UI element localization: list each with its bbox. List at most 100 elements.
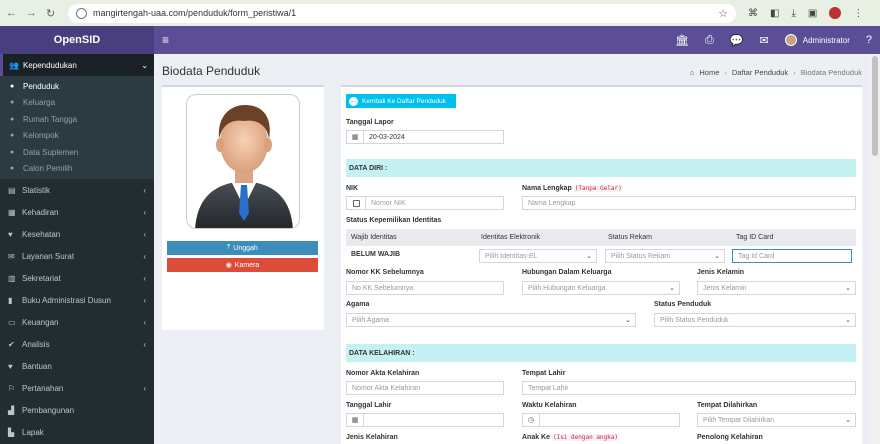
bank-icon[interactable]: 🏛 bbox=[675, 34, 689, 47]
address-bar[interactable]: mangirtengah-uaa.com/penduduk/form_peris… bbox=[68, 3, 736, 23]
browser-nav: ← → ↻ bbox=[6, 7, 68, 20]
browser-menu-icon[interactable]: ⋮ bbox=[853, 8, 863, 19]
waktu-kelahiran-input[interactable] bbox=[539, 413, 680, 427]
tag-id-card-input[interactable]: Tag Id Card bbox=[732, 249, 852, 263]
mail-icon[interactable]: ✉ bbox=[760, 34, 769, 47]
breadcrumb-separator: › bbox=[724, 68, 727, 77]
nik-checkbox-addon[interactable] bbox=[346, 196, 366, 210]
breadcrumb-separator: › bbox=[793, 68, 796, 77]
breadcrumb-home[interactable]: Home bbox=[699, 68, 719, 77]
nomor-kk-input[interactable]: No KK Sebelumnya bbox=[346, 281, 504, 295]
profile-avatar[interactable] bbox=[829, 7, 842, 19]
sidebar-item-bantuan[interactable]: ♥ Bantuan bbox=[0, 355, 154, 377]
akta-label: Nomor Akta Kelahiran bbox=[346, 370, 420, 377]
scrollbar-thumb[interactable] bbox=[872, 56, 878, 156]
back-to-list-button[interactable]: ← Kembali Ke Daftar Penduduk bbox=[346, 94, 456, 108]
upload-label: Unggah bbox=[233, 244, 258, 252]
sidebar-group-label: Kependudukan bbox=[22, 60, 77, 70]
sidebar-item-buku-administrasi[interactable]: ▮ Buku Administrasi Dusun ‹ bbox=[0, 289, 154, 311]
extensions-icon[interactable]: ◧ bbox=[770, 8, 779, 19]
user-menu[interactable]: Administrator bbox=[784, 34, 850, 46]
sidebar-submenu: ● Penduduk ● Keluarga ● Rumah Tangga ● Kelom… bbox=[0, 76, 154, 179]
sidebar-item-label: Pembangunan bbox=[22, 405, 75, 415]
user-icon: ● bbox=[10, 82, 15, 90]
akta-input[interactable]: Nomor Akta Kelahiran bbox=[346, 381, 504, 395]
tempat-dilahirkan-select[interactable]: Pilih Tempat Dilahirkan ⌄ bbox=[697, 413, 856, 427]
reload-icon[interactable]: ↻ bbox=[46, 7, 55, 20]
bookmark-star-icon[interactable]: ☆ bbox=[718, 7, 728, 20]
agama-label: Agama bbox=[346, 301, 370, 308]
sidebar-item-layanan-surat[interactable]: ✉ Layanan Surat ‹ bbox=[0, 245, 154, 267]
sidepanel-icon[interactable]: ▣ bbox=[808, 8, 817, 19]
app-logo[interactable]: OpenSID bbox=[0, 26, 154, 54]
sidebar-item-rumah-tangga[interactable]: ● Rumah Tangga bbox=[0, 111, 154, 128]
nama-lengkap-label: Nama Lengkap (Tanpa Gelar) bbox=[522, 185, 623, 192]
agama-select[interactable]: Pilih Agama ⌄ bbox=[346, 313, 636, 327]
arrow-circle-left-icon: ← bbox=[349, 96, 358, 106]
identitas-elektronik-select[interactable]: Pilih Identitas-EL ⌄ bbox=[479, 249, 597, 263]
print-icon[interactable]: ⎙ bbox=[705, 34, 714, 47]
anak-ke-label: Anak Ke (Isi dengan angka) bbox=[522, 434, 619, 441]
sidebar-item-label: Pertanahan bbox=[22, 383, 64, 393]
status-penduduk-select[interactable]: Pilih Status Penduduk ⌄ bbox=[654, 313, 856, 327]
camera-button[interactable]: ◉ Kamera bbox=[167, 258, 318, 272]
select-placeholder: Pilih Agama bbox=[352, 316, 389, 324]
comment-icon[interactable]: 💬 bbox=[730, 34, 744, 47]
tanggal-lapor-input[interactable]: 20-03-2024 bbox=[363, 130, 504, 144]
download-icon[interactable]: ⤓ bbox=[791, 8, 795, 19]
tanggal-lapor-label: Tanggal Lapor bbox=[346, 119, 394, 126]
site-info-icon[interactable] bbox=[76, 7, 87, 19]
tempat-lahir-input[interactable]: Tempat Lahir bbox=[522, 381, 856, 395]
sidebar-item-data-suplemen[interactable]: ● Data Suplemen bbox=[0, 144, 154, 161]
tanggal-lahir-input[interactable] bbox=[363, 413, 504, 427]
calendar-icon: ▦ bbox=[346, 413, 364, 427]
chevron-down-icon: ⌄ bbox=[586, 253, 592, 260]
sidebar-item-kelompok[interactable]: ● Kelompok bbox=[0, 128, 154, 145]
forward-icon[interactable]: → bbox=[26, 7, 37, 20]
sidebar-item-lapak[interactable]: ▙ Lapak bbox=[0, 421, 154, 443]
sidebar-item-kehadiran[interactable]: ▦ Kehadiran ‹ bbox=[0, 201, 154, 223]
status-rekam-select[interactable]: Pilih Status Rekam ⌄ bbox=[605, 249, 725, 263]
sidebar-item-pembangunan[interactable]: ▟ Pembangunan bbox=[0, 399, 154, 421]
nik-checkbox[interactable] bbox=[352, 199, 360, 207]
calendar-icon: ▦ bbox=[8, 207, 16, 217]
people-icon: ● bbox=[10, 165, 15, 173]
sidebar-item-sekretariat[interactable]: ▥ Sekretariat ‹ bbox=[0, 267, 154, 289]
sidebar-group-kependudukan[interactable]: 👥 Kependudukan ⌄ bbox=[0, 54, 154, 76]
back-icon[interactable]: ← bbox=[6, 7, 17, 20]
translate-icon[interactable]: ⌘ bbox=[748, 8, 758, 19]
help-icon[interactable]: ? bbox=[866, 34, 872, 46]
anak-ke-hint: (Isi dengan angka) bbox=[551, 434, 619, 441]
nik-input[interactable]: Nomor NIK bbox=[365, 196, 504, 210]
building-icon: ▟ bbox=[8, 405, 15, 415]
hubungan-select[interactable]: Pilih Hubungan Keluarga ⌄ bbox=[522, 281, 680, 295]
sidebar-item-calon-pemilih[interactable]: ● Calon Pemilih bbox=[0, 161, 154, 178]
store-icon: ▙ bbox=[8, 427, 15, 437]
breadcrumb-list[interactable]: Daftar Penduduk bbox=[732, 68, 788, 77]
sidebar-item-statistik[interactable]: ▤ Statistik ‹ bbox=[0, 179, 154, 201]
chevron-left-icon: ‹ bbox=[143, 273, 146, 283]
content-area: Biodata Penduduk ⌂ Home › Daftar Pendudu… bbox=[154, 54, 870, 444]
sidebar-item-pertanahan[interactable]: ⚐ Pertanahan ‹ bbox=[0, 377, 154, 399]
select-placeholder: Pilih Hubungan Keluarga bbox=[528, 284, 606, 292]
sidebar-item-analisis[interactable]: ✔ Analisis ‹ bbox=[0, 333, 154, 355]
chevron-left-icon: ‹ bbox=[143, 229, 146, 239]
anak-ke-label-text: Anak Ke bbox=[522, 434, 551, 441]
sidebar-item-label: Bantuan bbox=[22, 361, 52, 371]
sidebar-item-label: Analisis bbox=[22, 339, 50, 349]
jenis-kelamin-select[interactable]: Jenis Kelamin ⌄ bbox=[697, 281, 856, 295]
sidebar-item-penduduk[interactable]: ● Penduduk bbox=[0, 78, 154, 95]
sidebar-item-keluarga[interactable]: ● Keluarga bbox=[0, 95, 154, 112]
page-scrollbar[interactable] bbox=[870, 54, 880, 444]
sidebar-item-kesehatan[interactable]: ♥ Kesehatan ‹ bbox=[0, 223, 154, 245]
sidebar-item-keuangan[interactable]: ▭ Keuangan ‹ bbox=[0, 311, 154, 333]
avatar-photo bbox=[186, 94, 300, 229]
jenis-kelamin-label: Jenis Kelamin bbox=[697, 269, 745, 276]
sidebar-toggle-icon[interactable]: ≡ bbox=[162, 33, 169, 47]
waktu-kelahiran-label: Waktu Kelahiran bbox=[522, 402, 577, 409]
sidebar-item-label: Kelompok bbox=[23, 131, 59, 141]
nama-lengkap-input[interactable]: Nama Lengkap bbox=[522, 196, 856, 210]
chevron-left-icon: ‹ bbox=[143, 207, 146, 217]
select-placeholder: Pilih Status Penduduk bbox=[660, 316, 729, 324]
upload-button[interactable]: ⤒ Unggah bbox=[167, 241, 318, 255]
